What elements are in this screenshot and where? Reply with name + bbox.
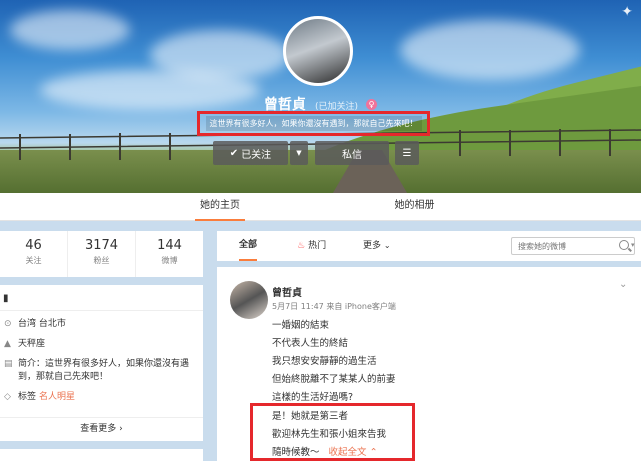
profile-info-card: ▮ ⊙ 台湾 台北市 ▲ 天秤座 ▤ 简介：這世界有很多好人，如果你還沒有遇到，…	[0, 285, 203, 441]
stat-value: 46	[25, 238, 42, 253]
avatar[interactable]	[230, 281, 268, 319]
filter-hot-label: 热门	[308, 241, 327, 251]
location-text: 台湾 台北市	[18, 319, 66, 329]
post-author[interactable]: 曾哲貞	[272, 284, 302, 299]
fire-icon: ♨	[297, 241, 306, 251]
post-line-text: 隨時候教～	[272, 447, 320, 458]
post-line: 隨時候教～ 收起全文 ⌃	[272, 444, 386, 461]
stat-label: 关注	[25, 256, 42, 265]
chevron-down-icon[interactable]: ⌄	[619, 279, 627, 290]
post-line: 但始終脫離不了某某人的前妻	[272, 374, 396, 385]
stat-value: 144	[157, 238, 182, 253]
post-line: 不代表人生的終結	[272, 338, 349, 349]
view-more-link[interactable]: 查看更多 ›	[0, 417, 203, 441]
filter-all[interactable]: 全部	[239, 231, 258, 261]
cloud	[10, 10, 130, 50]
info-card-icon: ▮	[0, 285, 203, 311]
post-line: 歡迎林先生和張小姐來告我	[272, 429, 387, 440]
check-icon: ✔	[229, 147, 239, 159]
stat-following[interactable]: 46 关注	[0, 231, 68, 277]
stat-followers[interactable]: 3174 粉丝	[68, 231, 136, 277]
search-icon[interactable]	[619, 240, 629, 250]
location-icon: ⊙	[4, 319, 12, 329]
message-label: 私信	[342, 149, 362, 161]
cake-icon: ▲	[4, 339, 11, 349]
collapse-label: 收起全文	[328, 447, 367, 458]
tab-home[interactable]: 她的主页	[195, 193, 245, 221]
caret-down-icon: ▼	[296, 149, 302, 157]
info-tags: ◇ 标签 名人明星	[0, 391, 203, 404]
tab-album[interactable]: 她的相册	[387, 193, 442, 221]
left-next-card	[0, 449, 203, 461]
feed-filter-bar: 全部 ♨热门 更多 ⌄ ▾	[217, 231, 641, 261]
info-zodiac: ▲ 天秤座	[0, 338, 203, 351]
profile-stats: 46 关注 3174 粉丝 144 微博	[0, 231, 203, 277]
follow-dropdown-button[interactable]: ▼	[290, 141, 308, 165]
search-input[interactable]	[511, 237, 635, 255]
chevron-right-icon: ›	[119, 424, 123, 434]
follow-label: 已关注	[241, 149, 272, 161]
caret-down-icon[interactable]: ▾	[631, 241, 635, 249]
message-button[interactable]: 私信	[315, 141, 389, 165]
profile-tab-bar: 她的主页 她的相册	[0, 193, 641, 221]
profile-cover: ✦ 曾哲貞 (已加关注) ♀ 這世界有很多好人，如果你還沒有遇到，那就自己先來吧…	[0, 0, 641, 193]
more-menu-button[interactable]: ☰	[395, 141, 419, 165]
avatar[interactable]	[283, 16, 353, 86]
post-meta: 5月7日 11:47 来自 iPhone客户端	[272, 302, 396, 311]
intro-text: 简介：這世界有很多好人，如果你還沒有遇到，那就自己先來吧！	[18, 359, 190, 382]
menu-icon: ☰	[402, 147, 412, 159]
post-line: 我只想安安靜靜的過生活	[272, 356, 377, 367]
stat-value: 3174	[84, 238, 119, 253]
chevron-up-icon: ⌃	[369, 447, 378, 458]
tag-link[interactable]: 名人明星	[39, 391, 75, 404]
chevron-down-icon: ⌄	[383, 241, 391, 250]
zodiac-text: 天秤座	[18, 339, 46, 349]
profile-icon: ▤	[4, 359, 13, 369]
post-line: 一婚姻的結束	[272, 320, 330, 331]
female-icon: ♀	[366, 99, 378, 110]
filter-more-label: 更多	[363, 241, 382, 251]
info-location: ⊙ 台湾 台北市	[0, 318, 203, 331]
info-intro: ▤ 简介：這世界有很多好人，如果你還沒有遇到，那就自己先來吧！	[0, 358, 203, 384]
view-more-label: 查看更多	[80, 424, 117, 434]
bio-highlight-box: 這世界有很多好人，如果你還沒有遇到，那就自己先來吧！	[197, 111, 430, 136]
tag-icon: ◇	[4, 392, 11, 402]
post-line: 是！她就是第三者	[272, 411, 349, 422]
weibo-post: 曾哲貞 5月7日 11:47 来自 iPhone客户端 ⌄ 一婚姻的結束 不代表…	[217, 267, 641, 461]
filter-hot[interactable]: ♨ 热门	[297, 231, 326, 261]
stat-posts[interactable]: 144 微博	[136, 231, 203, 277]
filter-more[interactable]: 更多 ⌄	[363, 231, 391, 261]
collapse-link[interactable]: 收起全文 ⌃	[323, 447, 378, 458]
tags-prefix: 标签	[18, 392, 37, 402]
cloud	[400, 20, 580, 80]
stat-label: 粉丝	[93, 256, 110, 265]
star-icon: ✦	[621, 4, 633, 20]
post-body: 一婚姻的結束 不代表人生的終結 我只想安安靜靜的過生活 但始終脫離不了某某人的前…	[272, 317, 396, 407]
stat-label: 微博	[161, 256, 178, 265]
post-body-highlight: 是！她就是第三者 歡迎林先生和張小姐來告我 隨時候教～ 收起全文 ⌃	[272, 408, 386, 461]
profile-bio: 這世界有很多好人，如果你還沒有遇到，那就自己先來吧！	[205, 116, 422, 131]
follow-button[interactable]: ✔ 已关注	[213, 141, 288, 165]
